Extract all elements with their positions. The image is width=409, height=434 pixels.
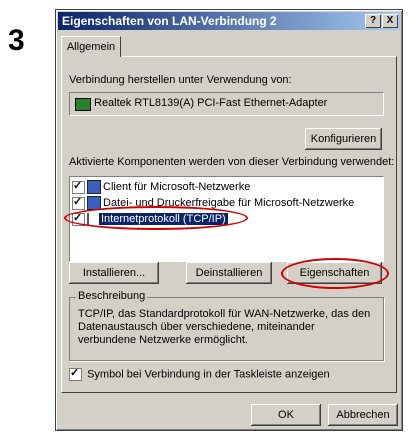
- help-button[interactable]: ?: [365, 14, 381, 28]
- components-label: Aktivierte Komponenten werden von dieser…: [69, 156, 395, 168]
- window-title: Eigenschaften von LAN-Verbindung 2: [62, 14, 277, 28]
- title-bar: Eigenschaften von LAN-Verbindung 2 ? X: [58, 12, 400, 30]
- adapter-name: Realtek RTL8139(A) PCI-Fast Ethernet-Ada…: [94, 97, 328, 109]
- ok-button[interactable]: OK: [251, 404, 321, 426]
- description-group: Beschreibung TCP/IP, das Standardprotoko…: [69, 290, 384, 361]
- checkbox[interactable]: [72, 195, 85, 210]
- annotation-oval-properties: [281, 258, 389, 289]
- network-client-icon: [87, 180, 101, 195]
- network-adapter-icon: [75, 98, 91, 111]
- description-title: Beschreibung: [76, 290, 148, 302]
- install-button[interactable]: Installieren...: [69, 262, 159, 284]
- taskbar-option[interactable]: Symbol bei Verbindung in der Taskleiste …: [69, 366, 330, 381]
- configure-button[interactable]: Konfigurieren: [305, 128, 382, 150]
- tab-general[interactable]: Allgemein: [61, 36, 121, 57]
- taskbar-option-label: Symbol bei Verbindung in der Taskleiste …: [87, 368, 330, 381]
- component-label: Client für Microsoft-Netzwerke: [103, 181, 251, 193]
- close-button[interactable]: X: [382, 14, 398, 28]
- description-text: TCP/IP, das Standardprotokoll für WAN-Ne…: [78, 308, 371, 346]
- adapter-box: Realtek RTL8139(A) PCI-Fast Ethernet-Ada…: [69, 92, 384, 116]
- taskbar-checkbox[interactable]: [69, 366, 82, 381]
- properties-dialog: Eigenschaften von LAN-Verbindung 2 ? X A…: [55, 9, 403, 431]
- annotation-oval-tcpip: [64, 206, 248, 230]
- connect-using-label: Verbindung herstellen unter Verwendung v…: [69, 74, 292, 86]
- step-number: 3: [8, 24, 25, 57]
- checkbox[interactable]: [72, 179, 85, 194]
- list-item[interactable]: Client für Microsoft-Netzwerke: [72, 179, 251, 195]
- uninstall-button[interactable]: Deinstallieren: [186, 262, 272, 284]
- cancel-button[interactable]: Abbrechen: [328, 404, 398, 426]
